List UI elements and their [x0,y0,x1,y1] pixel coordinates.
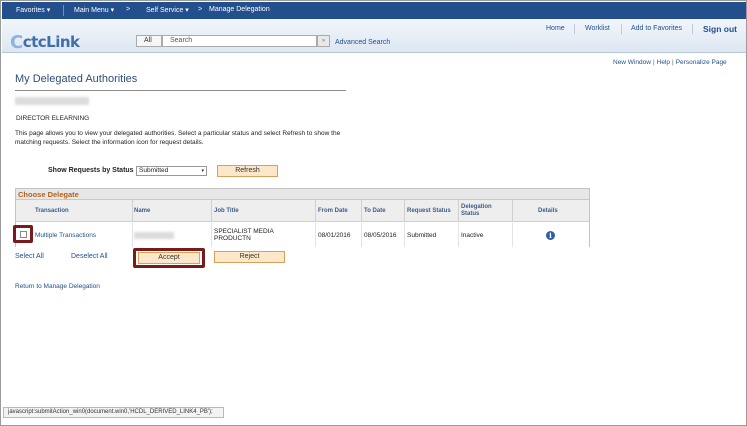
page-instructions: This page allows you to view your delega… [15,130,341,146]
status-filter-value: Submitted [139,167,169,174]
deselect-all-link[interactable]: Deselect All [71,253,108,260]
favorites-menu[interactable]: Favorites ▾ [16,6,50,14]
title-divider [15,90,346,91]
search-go-button[interactable]: » [317,35,330,47]
breadcrumb-manage-delegation[interactable]: Manage Delegation [209,6,270,13]
search-input[interactable]: Search [162,35,317,47]
table-row: Multiple Transactions SPECIALIST MEDIA P… [16,223,589,247]
redacted-name [134,231,174,239]
request-status-cell: Submitted [407,231,437,239]
row-select-checkbox[interactable] [20,231,27,238]
personalize-page-link[interactable]: Personalize Page [676,59,727,66]
page-utility-links: New Window | Help | Personalize Page [613,59,727,66]
search-scope-select[interactable]: All [136,35,162,47]
accept-button[interactable]: Accept [138,252,200,264]
ctclink-logo: CctcLink [10,31,80,53]
chevron-down-icon: ▾ [201,168,204,174]
header-separator [574,24,575,34]
sign-out-link[interactable]: Sign out [703,24,737,34]
main-menu[interactable]: Main Menu ▾ [74,6,114,14]
reject-button[interactable]: Reject [214,251,285,263]
column-divider [315,200,316,222]
worklist-link[interactable]: Worklist [585,25,610,32]
nav-separator [63,5,64,16]
column-divider [361,200,362,222]
logo-c: C [10,32,23,53]
browser-status-bar: javascript:submitAction_win0(document.wi… [3,407,224,418]
home-link[interactable]: Home [546,25,565,32]
delegation-status-cell: Inactive [461,231,484,239]
col-transaction: Transaction [35,207,69,214]
return-to-manage-delegation-link[interactable]: Return to Manage Delegation [15,283,100,290]
nav-arrow: > [126,6,131,13]
select-all-link[interactable]: Select All [15,253,44,260]
column-divider [512,223,513,247]
advanced-search-link[interactable]: Advanced Search [335,39,390,46]
info-icon[interactable]: i [546,230,555,240]
new-window-link[interactable]: New Window [613,59,651,66]
job-title-cell: SPECIALIST MEDIA PRODUCTN [214,228,274,242]
col-delegation-status: Delegation Status [461,204,492,217]
column-divider [315,223,316,247]
help-link[interactable]: Help [657,59,670,66]
from-date-cell: 08/01/2016 [318,231,351,239]
column-divider [404,223,405,247]
add-to-favorites-link[interactable]: Add to Favorites [631,25,682,32]
transaction-link[interactable]: Multiple Transactions [35,223,96,247]
col-job-title: Job Title [214,207,239,214]
col-to-date: To Date [364,207,386,214]
col-name: Name [134,207,151,214]
col-from-date: From Date [318,207,348,214]
column-divider [132,200,133,222]
col-details: Details [538,207,558,214]
logo-text: ctcLink [22,33,80,51]
top-nav-bar: Favorites ▾ Main Menu ▾ > Self Service ▾… [2,2,746,19]
redacted-user-name [15,97,89,105]
section-heading: DIRECTOR ELEARNING [16,115,90,122]
column-divider [458,223,459,247]
column-divider [458,200,459,222]
column-divider [404,200,405,222]
refresh-button[interactable]: Refresh [217,165,278,177]
header-separator [621,24,622,34]
page-title: My Delegated Authorities [15,73,138,85]
browser-frame: Favorites ▾ Main Menu ▾ > Self Service ▾… [0,0,747,426]
header-band: CctcLink All Search » Advanced Search Ho… [2,19,746,53]
to-date-cell: 08/05/2016 [364,231,397,239]
column-divider [361,223,362,247]
nav-arrow: > [198,6,203,13]
self-service-menu[interactable]: Self Service ▾ [146,6,189,14]
column-divider [512,200,513,222]
header-separator [692,24,693,34]
column-divider [211,223,212,247]
grid-header-row: Transaction Name Job Title From Date To … [16,200,589,222]
grid-title: Choose Delegate [16,189,589,200]
delegate-name-cell [134,223,174,247]
status-filter-label: Show Requests by Status [48,167,134,174]
details-cell: i [546,223,555,247]
choose-delegate-grid: Choose Delegate Transaction Name Job Tit… [15,188,590,247]
status-filter-select[interactable]: Submitted ▾ [136,166,207,176]
col-request-status: Request Status [407,207,451,214]
column-divider [132,223,133,247]
column-divider [211,200,212,222]
